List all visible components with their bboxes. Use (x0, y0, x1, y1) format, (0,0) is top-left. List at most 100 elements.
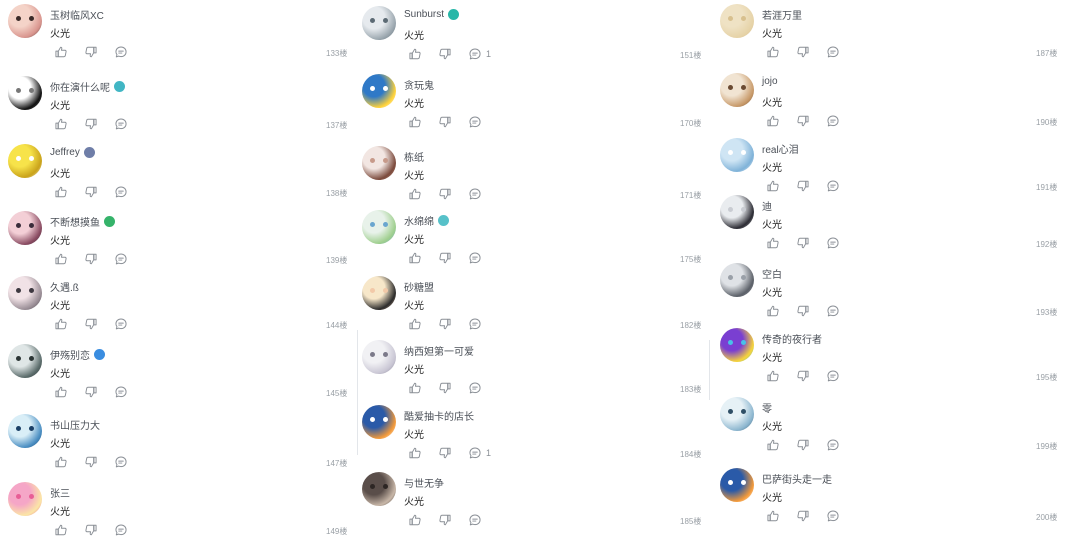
username[interactable]: 砂糖盟 (404, 279, 434, 294)
reply-button[interactable] (468, 251, 486, 265)
like-button[interactable] (766, 438, 780, 452)
user-avatar[interactable] (362, 74, 396, 108)
reply-button[interactable] (468, 381, 486, 395)
dislike-button[interactable] (438, 47, 452, 61)
user-avatar[interactable] (720, 138, 754, 172)
username-label[interactable]: 纳西妲第一可爱 (404, 343, 474, 358)
dislike-button[interactable] (438, 251, 452, 265)
username-label[interactable]: real心泪 (762, 141, 799, 156)
username[interactable]: 贪玩鬼 (404, 77, 434, 92)
dislike-button[interactable] (796, 45, 810, 59)
dislike-button[interactable] (438, 513, 452, 527)
user-avatar[interactable] (8, 76, 42, 110)
reply-button[interactable] (826, 236, 844, 250)
reply-button[interactable] (468, 317, 486, 331)
dislike-button[interactable] (438, 115, 452, 129)
user-avatar[interactable] (362, 146, 396, 180)
like-button[interactable] (766, 304, 780, 318)
username-label[interactable]: Jeffrey (50, 147, 80, 158)
like-button[interactable] (54, 45, 68, 59)
reply-button[interactable] (826, 179, 844, 193)
like-button[interactable] (54, 252, 68, 266)
username[interactable]: 零 (762, 400, 772, 415)
username[interactable]: 酷爱抽卡的店长 (404, 408, 474, 423)
like-button[interactable] (408, 47, 422, 61)
like-button[interactable] (408, 381, 422, 395)
like-button[interactable] (766, 369, 780, 383)
reply-button[interactable] (114, 45, 132, 59)
username[interactable]: Sunburst (404, 9, 460, 20)
user-avatar[interactable] (362, 210, 396, 244)
reply-button[interactable] (826, 509, 844, 523)
like-button[interactable] (408, 317, 422, 331)
like-button[interactable] (766, 509, 780, 523)
dislike-button[interactable] (796, 369, 810, 383)
user-avatar[interactable] (720, 195, 754, 229)
user-avatar[interactable] (8, 4, 42, 38)
username-label[interactable]: 酷爱抽卡的店长 (404, 408, 474, 423)
username[interactable]: 玉树临风XC (50, 7, 104, 22)
dislike-button[interactable] (84, 455, 98, 469)
username[interactable]: Jeffrey (50, 147, 95, 158)
user-avatar[interactable] (362, 340, 396, 374)
dislike-button[interactable] (84, 385, 98, 399)
user-avatar[interactable] (720, 73, 754, 107)
user-avatar[interactable] (362, 472, 396, 506)
reply-button[interactable] (114, 317, 132, 331)
reply-button[interactable]: 1 (468, 446, 491, 460)
dislike-button[interactable] (796, 179, 810, 193)
like-button[interactable] (54, 317, 68, 331)
username[interactable]: 栋纸 (404, 149, 424, 164)
username-label[interactable]: 空白 (762, 266, 782, 281)
username[interactable]: 伊殇别恋 (50, 347, 105, 362)
reply-button[interactable] (114, 185, 132, 199)
like-button[interactable] (54, 185, 68, 199)
username-label[interactable]: 若涯万里 (762, 7, 802, 22)
username-label[interactable]: 久遇.ß (50, 279, 79, 294)
like-button[interactable] (408, 251, 422, 265)
username[interactable]: 久遇.ß (50, 279, 79, 294)
user-avatar[interactable] (8, 276, 42, 310)
reply-button[interactable] (114, 252, 132, 266)
username-label[interactable]: 迪 (762, 198, 772, 213)
username[interactable]: 空白 (762, 266, 782, 281)
username[interactable]: 传奇的夜行者 (762, 331, 822, 346)
username[interactable]: 迪 (762, 198, 772, 213)
like-button[interactable] (766, 179, 780, 193)
user-avatar[interactable] (720, 328, 754, 362)
user-avatar[interactable] (8, 414, 42, 448)
username-label[interactable]: 书山压力大 (50, 417, 100, 432)
reply-button[interactable] (114, 523, 132, 537)
reply-button[interactable] (468, 115, 486, 129)
dislike-button[interactable] (84, 45, 98, 59)
username-label[interactable]: 零 (762, 400, 772, 415)
username[interactable]: 水绵绵 (404, 213, 449, 228)
reply-button[interactable] (468, 187, 486, 201)
reply-button[interactable] (114, 117, 132, 131)
like-button[interactable] (408, 446, 422, 460)
reply-button[interactable] (826, 369, 844, 383)
like-button[interactable] (766, 114, 780, 128)
dislike-button[interactable] (438, 317, 452, 331)
reply-button[interactable] (826, 45, 844, 59)
dislike-button[interactable] (84, 117, 98, 131)
reply-button[interactable] (114, 455, 132, 469)
dislike-button[interactable] (84, 252, 98, 266)
username[interactable]: 巴萨街头走一走 (762, 471, 832, 486)
user-avatar[interactable] (362, 405, 396, 439)
like-button[interactable] (54, 117, 68, 131)
dislike-button[interactable] (438, 446, 452, 460)
username-label[interactable]: 水绵绵 (404, 213, 434, 228)
like-button[interactable] (408, 513, 422, 527)
username-label[interactable]: 与世无争 (404, 475, 444, 490)
user-avatar[interactable] (362, 6, 396, 40)
username-label[interactable]: 砂糖盟 (404, 279, 434, 294)
like-button[interactable] (408, 115, 422, 129)
username[interactable]: 与世无争 (404, 475, 444, 490)
dislike-button[interactable] (84, 523, 98, 537)
dislike-button[interactable] (796, 509, 810, 523)
username-label[interactable]: 不断想摸鱼 (50, 214, 100, 229)
dislike-button[interactable] (438, 187, 452, 201)
username[interactable]: jojo (762, 76, 778, 87)
like-button[interactable] (54, 523, 68, 537)
